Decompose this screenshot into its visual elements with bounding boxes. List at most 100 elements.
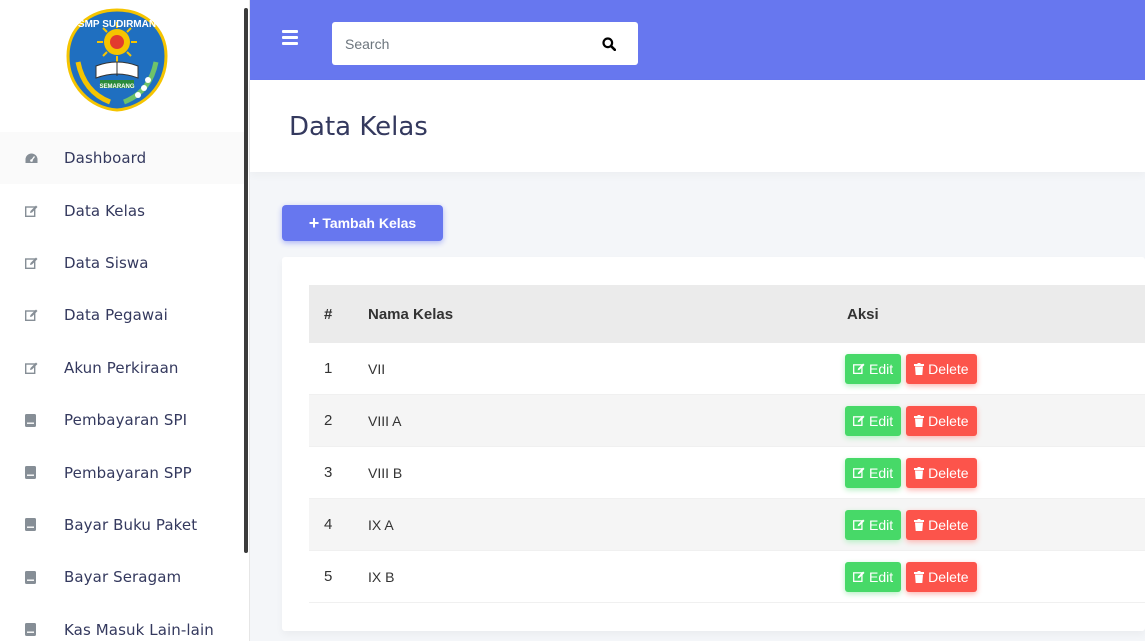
edit-button[interactable]: Edit [845,353,902,384]
book-icon [0,623,64,637]
row-number: 2 [324,412,333,429]
delete-button-label: Delete [928,412,969,429]
logo-bottom-text: SEMARANG [99,84,134,90]
sidebar-item-pembayaran-spp[interactable]: Pembayaran SPP [0,446,245,498]
book-icon [0,466,64,480]
delete-button-label: Delete [928,516,969,533]
sidebar-item-dashboard[interactable]: Dashboard [0,132,245,185]
book-icon [0,518,64,532]
topbar [250,0,1145,80]
section-header: Data Kelas [250,80,1145,172]
search-input[interactable] [332,23,587,64]
trash-icon [914,518,925,531]
trash-icon [914,362,925,375]
table-header: # Nama Kelas Aksi [309,285,1145,343]
trash-icon [914,570,925,583]
add-class-button[interactable]: + Tambah Kelas [282,205,443,241]
edit-icon [853,415,865,426]
edit-icon [853,363,865,374]
app: SMP SUDIRMAN SEMARANG Dashboard Data Kel… [0,0,1145,641]
class-name: IX B [368,568,395,585]
edit-button-label: Edit [869,464,894,481]
edit-button[interactable]: Edit [845,405,902,436]
sidebar-item-bayar-seragam[interactable]: Bayar Seragam [0,551,245,603]
edit-button[interactable]: Edit [845,509,902,540]
edit-icon [0,257,64,269]
school-logo[interactable]: SMP SUDIRMAN SEMARANG [62,6,172,114]
edit-icon [0,362,64,374]
table-row: 3 VIII B Edit Delete [309,447,1145,499]
row-number: 4 [324,516,333,533]
table-row: 4 IX A Edit Delete [309,499,1145,551]
table-row: 1 VII Edit Delete [309,343,1145,395]
row-actions: Edit Delete [830,561,1145,592]
sidebar-item-label: Bayar Buku Paket [64,515,198,534]
column-header-nama-kelas: Nama Kelas [368,305,454,323]
sidebar-item-data-siswa[interactable]: Data Siswa [0,237,245,289]
row-actions: Edit Delete [830,457,1145,488]
row-actions: Edit Delete [830,405,1145,436]
search-box [332,22,638,65]
delete-button[interactable]: Delete [906,457,977,488]
delete-button-label: Delete [928,360,969,377]
sidebar-menu: Dashboard Data Kelas Data Siswa Data Peg… [0,132,245,641]
row-number: 3 [324,464,333,481]
table-row: 2 VIII A Edit Delete [309,395,1145,447]
page-title: Data Kelas [289,112,428,142]
logo-top-text: SMP SUDIRMAN [78,19,156,30]
edit-button-label: Edit [869,516,894,533]
class-name: VIII B [368,464,403,481]
trash-icon [914,414,925,427]
class-table: # Nama Kelas Aksi 1 VII Edit Delete 2 VI… [309,285,1145,603]
sidebar-item-data-kelas[interactable]: Data Kelas [0,184,245,236]
edit-icon [853,571,865,582]
book-icon [0,570,64,584]
row-actions: Edit Delete [830,353,1145,384]
sidebar-item-label: Data Pegawai [64,306,168,325]
sidebar-item-label: Dashboard [64,149,147,168]
search-button[interactable] [587,23,631,64]
dashboard-icon [0,153,64,164]
edit-icon [853,519,865,530]
sidebar-item-label: Bayar Seragam [64,568,182,587]
sidebar-item-data-pegawai[interactable]: Data Pegawai [0,289,245,341]
delete-button-label: Delete [928,464,969,481]
add-class-button-label: Tambah Kelas [322,215,417,231]
delete-button[interactable]: Delete [906,561,977,592]
sidebar-item-bayar-buku-paket[interactable]: Bayar Buku Paket [0,499,245,551]
class-name: VIII A [368,412,402,429]
edit-button-label: Edit [869,568,894,585]
class-name: IX A [368,516,394,533]
sidebar-item-label: Akun Perkiraan [64,358,179,377]
edit-icon [853,467,865,478]
class-name: VII [368,360,386,377]
sidebar-item-akun-perkiraan[interactable]: Akun Perkiraan [0,342,245,394]
sidebar-item-label: Pembayaran SPP [64,463,192,482]
row-actions: Edit Delete [830,509,1145,540]
sidebar-item-label: Pembayaran SPI [64,411,188,430]
sidebar-scrollbar[interactable] [244,8,248,553]
table-row: 5 IX B Edit Delete [309,551,1145,603]
hamburger-menu-icon[interactable] [282,30,298,45]
column-header-number: # [324,305,333,323]
delete-button[interactable]: Delete [906,509,977,540]
sidebar-item-pembayaran-spi[interactable]: Pembayaran SPI [0,394,245,446]
search-icon [602,36,616,51]
delete-button[interactable]: Delete [906,353,977,384]
class-table-card: # Nama Kelas Aksi 1 VII Edit Delete 2 VI… [282,257,1145,631]
delete-button[interactable]: Delete [906,405,977,436]
sidebar: SMP SUDIRMAN SEMARANG Dashboard Data Kel… [0,0,250,641]
edit-button-label: Edit [869,360,894,377]
row-number: 1 [324,360,333,377]
trash-icon [914,466,925,479]
sidebar-item-label: Data Siswa [64,253,149,272]
column-header-aksi: Aksi [847,305,879,323]
edit-button[interactable]: Edit [845,561,902,592]
edit-button[interactable]: Edit [845,457,902,488]
row-number: 5 [324,568,333,585]
delete-button-label: Delete [928,568,969,585]
sidebar-item-kas-masuk-lain-lain[interactable]: Kas Masuk Lain-lain [0,604,245,641]
sidebar-item-label: Data Kelas [64,201,146,220]
edit-button-label: Edit [869,412,894,429]
book-icon [0,413,64,427]
